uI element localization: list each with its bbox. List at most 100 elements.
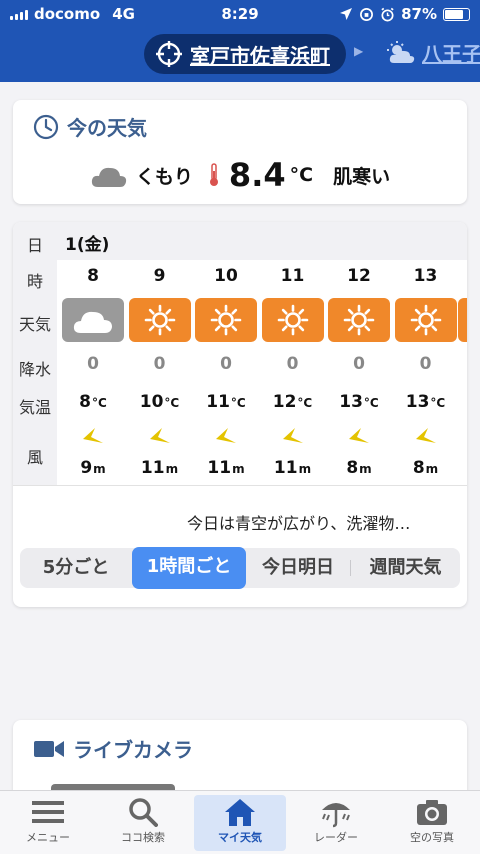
wind-value: 11 xyxy=(207,458,232,478)
hour-value: 12 xyxy=(347,266,371,286)
tab-my-weather[interactable]: マイ天気 xyxy=(194,795,286,851)
current-location-button[interactable]: 室戸市佐喜浜町 xyxy=(144,34,346,74)
weather-label: 天気 xyxy=(18,315,51,334)
radar-umbrella-icon xyxy=(322,803,350,828)
row-label-column: 日 時 天気 降水 気温 風 xyxy=(13,222,57,485)
current-weather-row: くもり 8.4 °C 肌寒い xyxy=(13,156,467,194)
home-icon xyxy=(225,799,255,826)
wind-label: 風 xyxy=(26,448,43,467)
temp-cell: 11°C xyxy=(193,392,259,412)
tab-today-tomorrow[interactable]: 今日明日 xyxy=(246,548,350,588)
camera-icon xyxy=(417,800,447,825)
hour-column: 13 0 13°C 8m xyxy=(393,222,459,485)
current-weather-title: 今の天気 xyxy=(67,116,147,140)
precip-value: 0 xyxy=(419,354,432,374)
sun-icon xyxy=(276,303,310,337)
temp-cell: 12°C xyxy=(260,392,326,412)
weather-badge xyxy=(328,298,390,342)
tab-radar[interactable]: レーダー xyxy=(290,795,382,851)
hour-value: 8 xyxy=(87,266,99,286)
sun-cloud-icon xyxy=(387,40,415,63)
wind-unit: m xyxy=(298,462,312,476)
weather-badge xyxy=(394,298,457,342)
temp-unit: °C xyxy=(230,396,246,410)
tab-hourly[interactable]: 1時間ごと xyxy=(132,547,246,589)
wind-value: 11 xyxy=(273,458,298,478)
tab-label: レーダー xyxy=(314,831,358,844)
day-label: 日 xyxy=(26,236,43,255)
tab-search[interactable]: ココ検索 xyxy=(97,795,189,851)
temp-value: 10 xyxy=(139,392,164,412)
sun-icon xyxy=(342,303,376,337)
temp-value: 13 xyxy=(405,392,430,412)
sun-icon xyxy=(209,303,243,337)
app-header: docomo 4G 8:29 87% 室戸市佐喜浜町 ▶ 八王子 xyxy=(0,0,480,82)
temp-cell: 10°C xyxy=(127,392,193,412)
divider xyxy=(13,485,467,486)
search-icon xyxy=(129,798,158,827)
tab-menu[interactable]: メニュー xyxy=(2,795,94,851)
live-camera-title: ライブカメラ xyxy=(73,738,193,762)
wind-cell: 9m xyxy=(60,458,126,478)
wind-unit: m xyxy=(232,462,245,476)
current-weather-card[interactable]: 今の天気 くもり 8.4 °C 肌寒い xyxy=(13,100,467,204)
current-weather-heading: 今の天気 xyxy=(33,112,147,141)
wind-direction-icon xyxy=(260,426,326,448)
orientation-lock-icon xyxy=(360,7,374,21)
precip-value: 0 xyxy=(353,354,365,374)
forecast-summary[interactable]: 今日は青空が広がり、洗濯物… xyxy=(187,510,410,534)
wind-unit: m xyxy=(425,462,439,476)
status-right: 87% xyxy=(339,5,470,23)
hour-value: 9 xyxy=(153,266,166,286)
weather-badge xyxy=(195,298,257,342)
temp-unit: °C xyxy=(92,396,107,410)
alarm-icon xyxy=(381,7,394,21)
status-bar: docomo 4G 8:29 87% xyxy=(0,0,480,28)
cloud-icon xyxy=(91,167,127,187)
wind-value: 9 xyxy=(80,458,93,478)
temp-unit: °C xyxy=(430,396,446,410)
clock-icon xyxy=(33,114,59,139)
weather-badge xyxy=(62,298,124,342)
current-condition: くもり xyxy=(135,165,193,188)
location-name: 室戸市佐喜浜町 xyxy=(190,43,330,68)
battery-icon xyxy=(443,7,470,21)
hourly-forecast-card: 日 時 天気 降水 気温 風 1(金) 8 0 8°C 9m 9 0 10°C 11m 10 0 1… xyxy=(13,222,467,607)
wind-value: 8 xyxy=(412,458,425,478)
wind-cell: 11m xyxy=(260,458,326,478)
hour-column: 10 0 11°C 11m xyxy=(193,222,259,485)
forecast-mode-switch[interactable]: 5分ごと 1時間ごと 今日明日 週間天気 xyxy=(20,547,460,589)
precip-value: 0 xyxy=(220,354,232,374)
tab-label: マイ天気 xyxy=(218,831,262,844)
wind-cell: 8m xyxy=(326,458,392,478)
hour-label: 時 xyxy=(26,272,43,291)
weather-badge xyxy=(128,298,191,342)
feels-like-text: 肌寒い xyxy=(333,165,391,188)
temperature-unit: °C xyxy=(289,164,314,186)
hour-value: 13 xyxy=(413,266,438,286)
hour-column: 12 0 13°C 8m xyxy=(326,222,392,485)
wind-cell: 8m xyxy=(393,458,459,478)
next-location-link[interactable]: 八王子 xyxy=(386,38,480,67)
hour-column: 8 0 8°C 9m xyxy=(60,222,126,485)
temp-label: 気温 xyxy=(18,398,51,417)
tab-weekly[interactable]: 週間天気 xyxy=(351,548,460,588)
tab-sky-photos[interactable]: 空の写真 xyxy=(386,795,478,851)
hour-value: 10 xyxy=(214,266,238,286)
wind-unit: m xyxy=(165,462,179,476)
temp-cell: 13°C xyxy=(393,392,459,412)
tab-label: メニュー xyxy=(26,831,70,844)
crosshair-icon xyxy=(156,41,182,67)
battery-percent: 87% xyxy=(401,5,437,23)
tab-5min[interactable]: 5分ごと xyxy=(20,548,132,588)
temp-cell: 13°C xyxy=(326,392,392,412)
video-camera-icon xyxy=(34,740,64,757)
wind-direction-icon xyxy=(326,426,392,448)
wind-direction-icon xyxy=(60,426,126,448)
temp-unit: °C xyxy=(363,396,379,410)
precip-label: 降水 xyxy=(18,360,51,379)
precip-value: 0 xyxy=(87,354,99,374)
wind-unit: m xyxy=(93,462,106,476)
temp-value: 12 xyxy=(272,392,297,412)
location-arrow-icon xyxy=(340,8,353,20)
